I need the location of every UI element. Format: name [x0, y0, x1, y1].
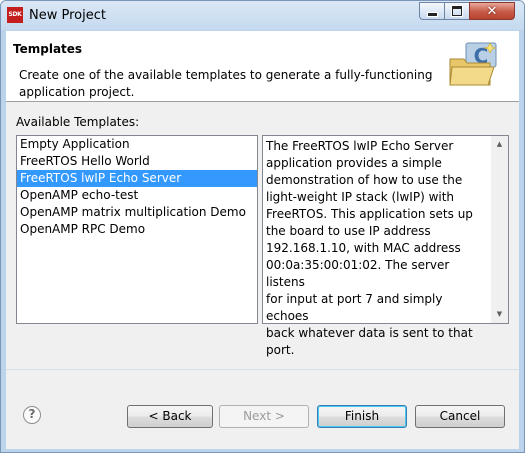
template-description-box: The FreeRTOS lwIP Echo Server applicatio… — [262, 135, 509, 357]
template-item-empty-application[interactable]: Empty Application — [17, 136, 257, 153]
scroll-down-arrow-icon[interactable]: ▼ — [491, 306, 508, 323]
cancel-button-label: Cancel — [439, 409, 481, 423]
maximize-icon — [452, 6, 462, 16]
finish-button-label: Finish — [344, 409, 380, 423]
close-icon: ✕ — [486, 3, 498, 19]
sdk-app-icon: SDK — [7, 7, 23, 23]
banner-description: Create one of the available templates to… — [19, 68, 433, 99]
wizard-banner: Templates Create one of the available te… — [6, 31, 519, 102]
template-item-freertos-hello-world[interactable]: FreeRTOS Hello World — [17, 153, 257, 170]
new-c-project-folder-icon: C — [449, 42, 497, 86]
close-button[interactable]: ✕ — [469, 2, 515, 20]
footer-separator — [6, 369, 519, 370]
new-project-window: SDK New Project ✕ Templates Create one o… — [0, 0, 525, 453]
next-button: Next > — [219, 405, 309, 428]
scroll-up-arrow-icon[interactable]: ▲ — [491, 136, 508, 153]
back-button-label: < Back — [148, 409, 192, 423]
title-bar[interactable]: SDK New Project ✕ — [1, 1, 524, 30]
dialog-client-area: Templates Create one of the available te… — [6, 31, 519, 449]
templates-list[interactable]: Empty Application FreeRTOS Hello World F… — [16, 135, 258, 324]
banner-title: Templates — [13, 42, 83, 56]
minimize-button[interactable] — [419, 2, 445, 20]
template-description-text: The FreeRTOS lwIP Echo Server applicatio… — [266, 139, 473, 357]
description-scrollbar[interactable]: ▲ ▼ — [491, 136, 508, 323]
next-button-label: Next > — [243, 409, 285, 423]
finish-button[interactable]: Finish — [317, 405, 407, 428]
template-item-openamp-echo-test[interactable]: OpenAMP echo-test — [17, 187, 257, 204]
window-title: New Project — [29, 8, 106, 23]
template-item-openamp-rpc-demo[interactable]: OpenAMP RPC Demo — [17, 221, 257, 238]
back-button[interactable]: < Back — [127, 405, 213, 428]
template-item-freertos-lwip-echo-server[interactable]: FreeRTOS lwIP Echo Server — [17, 170, 257, 187]
maximize-button[interactable] — [444, 2, 470, 20]
help-icon[interactable]: ? — [23, 406, 41, 424]
minimize-icon — [426, 11, 438, 17]
template-item-openamp-matrix-multiplication-demo[interactable]: OpenAMP matrix multiplication Demo — [17, 204, 257, 221]
available-templates-label: Available Templates: — [16, 115, 140, 129]
cancel-button[interactable]: Cancel — [415, 405, 505, 428]
